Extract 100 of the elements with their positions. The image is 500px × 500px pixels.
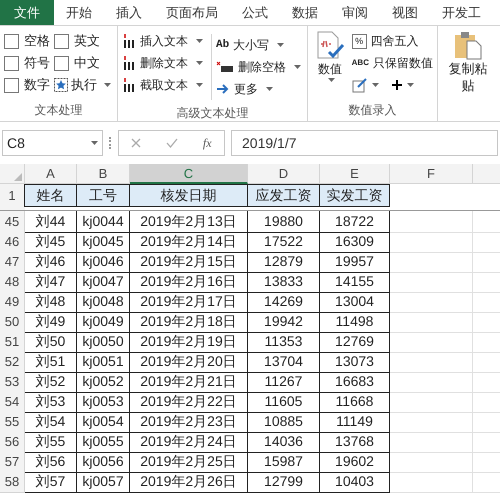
- ribbon-tab[interactable]: 视图: [380, 0, 430, 25]
- table-cell: 2019年2月26日: [130, 471, 248, 493]
- checkbox[interactable]: [4, 34, 19, 48]
- row-number: 53: [0, 371, 25, 393]
- text-tool-button[interactable]: 更多: [216, 78, 301, 100]
- table-cell: 14155: [320, 271, 390, 293]
- table-cell: 2019年2月22日: [130, 391, 248, 413]
- column-header[interactable]: F: [390, 164, 473, 184]
- caret-icon: [372, 83, 379, 87]
- table-cell: 刘49: [25, 311, 77, 333]
- group-label: 文本处理: [34, 102, 84, 119]
- column-header[interactable]: C: [130, 164, 248, 184]
- ribbon-tab[interactable]: 页面布局: [154, 0, 230, 25]
- keep-number-button[interactable]: ABC 只保留数值: [352, 52, 433, 74]
- table-cell: 2019年2月25日: [130, 451, 248, 473]
- column-header[interactable]: E: [320, 164, 390, 184]
- copy-paste-button[interactable]: 复制粘贴: [446, 30, 490, 101]
- ribbon-tab[interactable]: 插入: [104, 0, 154, 25]
- table-cell: 13704: [248, 351, 320, 373]
- table-cell: kj0055: [77, 431, 130, 453]
- table-cell: 刘57: [25, 471, 77, 493]
- caret-icon: [196, 61, 203, 65]
- table-cell: kj0050: [77, 331, 130, 353]
- column-header[interactable]: B: [77, 164, 130, 184]
- checkbox-label: 符号: [24, 54, 50, 72]
- table-cell: kj0045: [77, 231, 130, 253]
- table-cell: 11498: [320, 311, 390, 333]
- document-check-icon: [314, 30, 345, 60]
- row-number: 51: [0, 331, 25, 353]
- table-cell: 10403: [320, 471, 390, 493]
- row-number: 54: [0, 391, 25, 413]
- edit-table-button[interactable]: [352, 77, 379, 93]
- name-box[interactable]: C8: [2, 130, 103, 156]
- run-button[interactable]: 执行: [54, 74, 118, 96]
- table-cell: 18722: [320, 211, 390, 233]
- text-tool-button[interactable]: 插入文本: [122, 30, 207, 52]
- table-cell: 2019年2月17日: [130, 291, 248, 313]
- formula-field[interactable]: 2019/1/7: [231, 130, 498, 156]
- row-number: 1: [0, 184, 25, 207]
- text-cursor-icon: [122, 77, 136, 93]
- round-button[interactable]: % 四舍五入: [352, 30, 433, 52]
- plus-icon: [390, 79, 403, 91]
- checkbox[interactable]: [54, 56, 69, 70]
- table-cell: 14269: [248, 291, 320, 313]
- row-number: 52: [0, 351, 25, 373]
- ribbon-tab[interactable]: 公式: [230, 0, 280, 25]
- number-button[interactable]: 数值: [312, 30, 348, 101]
- header-cell: 核发日期: [129, 184, 248, 207]
- table-cell: 11353: [248, 331, 320, 353]
- table-cell: kj0057: [77, 471, 130, 493]
- caret-icon: [294, 65, 301, 69]
- table-cell: 刘53: [25, 391, 77, 413]
- table-cell: kj0052: [77, 371, 130, 393]
- ribbon-tab[interactable]: 开始: [54, 0, 104, 25]
- table-cell: 2019年2月13日: [130, 211, 248, 233]
- check-icon[interactable]: [166, 138, 178, 148]
- text-cursor-icon: [122, 55, 136, 71]
- table-cell: 刘51: [25, 351, 77, 373]
- case-icon: Ab: [216, 36, 230, 54]
- ribbon-tab[interactable]: 数据: [280, 0, 330, 25]
- text-tool-button[interactable]: 删除空格: [216, 56, 301, 78]
- checkbox[interactable]: [54, 34, 69, 48]
- group-label: 高级文本处理: [176, 105, 250, 122]
- table-cell: 19602: [320, 451, 390, 473]
- ribbon-tab[interactable]: 审阅: [330, 0, 380, 25]
- table-cell: 12799: [248, 471, 320, 493]
- column-header[interactable]: A: [25, 164, 77, 184]
- checkbox-label: 中文: [74, 54, 100, 72]
- row-number: 49: [0, 291, 25, 313]
- table-cell: 12879: [248, 251, 320, 273]
- close-icon[interactable]: [131, 138, 142, 148]
- table-cell: kj0047: [77, 271, 130, 293]
- ribbon-tab[interactable]: 开发工: [430, 0, 493, 25]
- caret-icon: [196, 83, 203, 87]
- star-icon: [54, 78, 68, 92]
- ribbon-tab[interactable]: 文件: [0, 0, 54, 25]
- column-header[interactable]: D: [248, 164, 320, 184]
- add-button[interactable]: [390, 79, 414, 91]
- table-cell: 刘44: [25, 211, 77, 233]
- text-tool-button[interactable]: 截取文本: [122, 74, 207, 96]
- table-cell: 刘45: [25, 231, 77, 253]
- function-icon[interactable]: fx: [202, 134, 212, 152]
- checkbox[interactable]: [4, 78, 19, 92]
- text-tool-button[interactable]: 删除文本: [122, 52, 207, 74]
- text-tool-button[interactable]: Ab 大小写: [216, 34, 301, 56]
- table-cell: 13073: [320, 351, 390, 373]
- table-cell: 11267: [248, 371, 320, 393]
- row-number: 45: [0, 211, 25, 233]
- clipboard-icon: [453, 30, 483, 60]
- percent-icon: %: [352, 34, 367, 48]
- table-cell: 13833: [248, 271, 320, 293]
- checkbox[interactable]: [4, 56, 19, 70]
- table-cell: 刘56: [25, 451, 77, 473]
- table-cell: 12769: [320, 331, 390, 353]
- table-cell: 2019年2月20日: [130, 351, 248, 373]
- checkbox-label: 英文: [74, 32, 100, 50]
- table-cell: 17522: [248, 231, 320, 253]
- table-cell: 14036: [248, 431, 320, 453]
- table-cell: kj0048: [77, 291, 130, 313]
- table-cell: 19880: [248, 211, 320, 233]
